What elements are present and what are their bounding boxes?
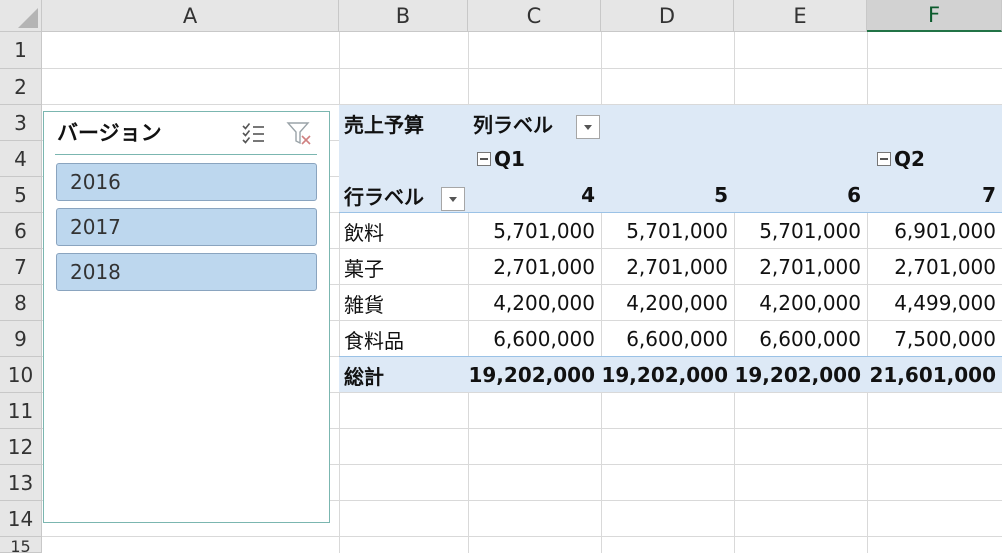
select-all-corner[interactable] xyxy=(0,0,42,32)
month-header[interactable]: 6 xyxy=(734,177,867,213)
pivot-column-label[interactable]: 列ラベル xyxy=(468,105,578,141)
pivot-grand-total-cell[interactable]: 19,202,000 xyxy=(468,357,601,393)
pivot-value-cell[interactable]: 6,600,000 xyxy=(734,321,867,357)
row-header[interactable]: 14 xyxy=(0,501,42,537)
column-header-c[interactable]: C xyxy=(468,0,601,32)
select-all-triangle-icon xyxy=(18,8,38,28)
column-header-a[interactable]: A xyxy=(42,0,339,32)
month-header[interactable]: 5 xyxy=(601,177,734,213)
pivot-value-cell[interactable]: 4,200,000 xyxy=(601,285,734,321)
clear-filter-icon[interactable] xyxy=(286,120,312,146)
row-filter-dropdown[interactable] xyxy=(441,187,465,211)
pivot-row-label-cell[interactable]: 飲料 xyxy=(339,213,468,249)
row-header[interactable]: 6 xyxy=(0,213,42,249)
collapse-icon[interactable] xyxy=(877,152,891,166)
pivot-value-cell[interactable]: 4,200,000 xyxy=(468,285,601,321)
row-header[interactable]: 15 xyxy=(0,537,42,556)
pivot-value-cell[interactable]: 6,901,000 xyxy=(867,213,1002,249)
slicer-panel[interactable]: バージョン 2016 2017 2018 xyxy=(43,111,330,523)
row-header[interactable]: 12 xyxy=(0,429,42,465)
row-header[interactable]: 5 xyxy=(0,177,42,213)
pivot-value-cell[interactable]: 6,600,000 xyxy=(601,321,734,357)
pivot-value-cell[interactable]: 5,701,000 xyxy=(468,213,601,249)
row-header[interactable]: 2 xyxy=(0,69,42,105)
pivot-value-cell[interactable]: 5,701,000 xyxy=(734,213,867,249)
pivot-value-cell[interactable]: 2,701,000 xyxy=(867,249,1002,285)
slicer-item-2018[interactable]: 2018 xyxy=(56,253,317,291)
pivot-row-label-cell[interactable]: 雑貨 xyxy=(339,285,468,321)
row-header[interactable]: 1 xyxy=(0,32,42,69)
row-header[interactable]: 13 xyxy=(0,465,42,501)
chevron-down-icon xyxy=(584,124,592,130)
multi-select-icon[interactable] xyxy=(240,120,266,146)
column-header-f[interactable]: F xyxy=(867,0,1002,32)
pivot-group-q1[interactable]: Q1 xyxy=(472,141,601,177)
pivot-value-field[interactable]: 売上予算 xyxy=(339,105,468,141)
pivot-grand-total-cell[interactable]: 19,202,000 xyxy=(734,357,867,393)
month-header[interactable]: 7 xyxy=(867,177,1002,213)
row-header[interactable]: 3 xyxy=(0,105,42,141)
row-header[interactable]: 7 xyxy=(0,249,42,285)
column-header-b[interactable]: B xyxy=(339,0,468,32)
pivot-value-cell[interactable]: 4,200,000 xyxy=(734,285,867,321)
column-header-d[interactable]: D xyxy=(601,0,734,32)
group-label: Q2 xyxy=(894,147,925,171)
pivot-row-label-cell[interactable]: 菓子 xyxy=(339,249,468,285)
column-filter-dropdown[interactable] xyxy=(576,115,600,139)
pivot-value-cell[interactable]: 4,499,000 xyxy=(867,285,1002,321)
grid-line xyxy=(42,536,1002,537)
slicer-item-2016[interactable]: 2016 xyxy=(56,163,317,201)
pivot-row-label-cell[interactable]: 食料品 xyxy=(339,321,468,357)
pivot-group-q2[interactable]: Q2 xyxy=(872,141,1002,177)
pivot-row-label[interactable]: 行ラベル xyxy=(339,177,439,213)
group-label: Q1 xyxy=(494,147,525,171)
pivot-value-cell[interactable]: 2,701,000 xyxy=(734,249,867,285)
pivot-value-cell[interactable]: 2,701,000 xyxy=(468,249,601,285)
grid-line xyxy=(42,68,1002,69)
row-header[interactable]: 11 xyxy=(0,393,42,429)
pivot-grand-total-cell[interactable]: 19,202,000 xyxy=(601,357,734,393)
slicer-header-divider xyxy=(55,154,317,155)
pivot-value-cell[interactable]: 7,500,000 xyxy=(867,321,1002,357)
slicer-item-2017[interactable]: 2017 xyxy=(56,208,317,246)
row-header[interactable]: 4 xyxy=(0,141,42,177)
row-header[interactable]: 8 xyxy=(0,285,42,321)
pivot-grand-total-cell[interactable]: 21,601,000 xyxy=(867,357,1002,393)
column-header-e[interactable]: E xyxy=(734,0,867,32)
pivot-value-cell[interactable]: 5,701,000 xyxy=(601,213,734,249)
pivot-value-cell[interactable]: 2,701,000 xyxy=(601,249,734,285)
month-header[interactable]: 4 xyxy=(468,177,601,213)
pivot-value-cell[interactable]: 6,600,000 xyxy=(468,321,601,357)
chevron-down-icon xyxy=(449,196,457,202)
collapse-icon[interactable] xyxy=(477,152,491,166)
pivot-grand-total-label[interactable]: 総計 xyxy=(339,357,468,393)
row-header[interactable]: 9 xyxy=(0,321,42,357)
row-header[interactable]: 10 xyxy=(0,357,42,393)
slicer-title: バージョン xyxy=(57,121,162,145)
